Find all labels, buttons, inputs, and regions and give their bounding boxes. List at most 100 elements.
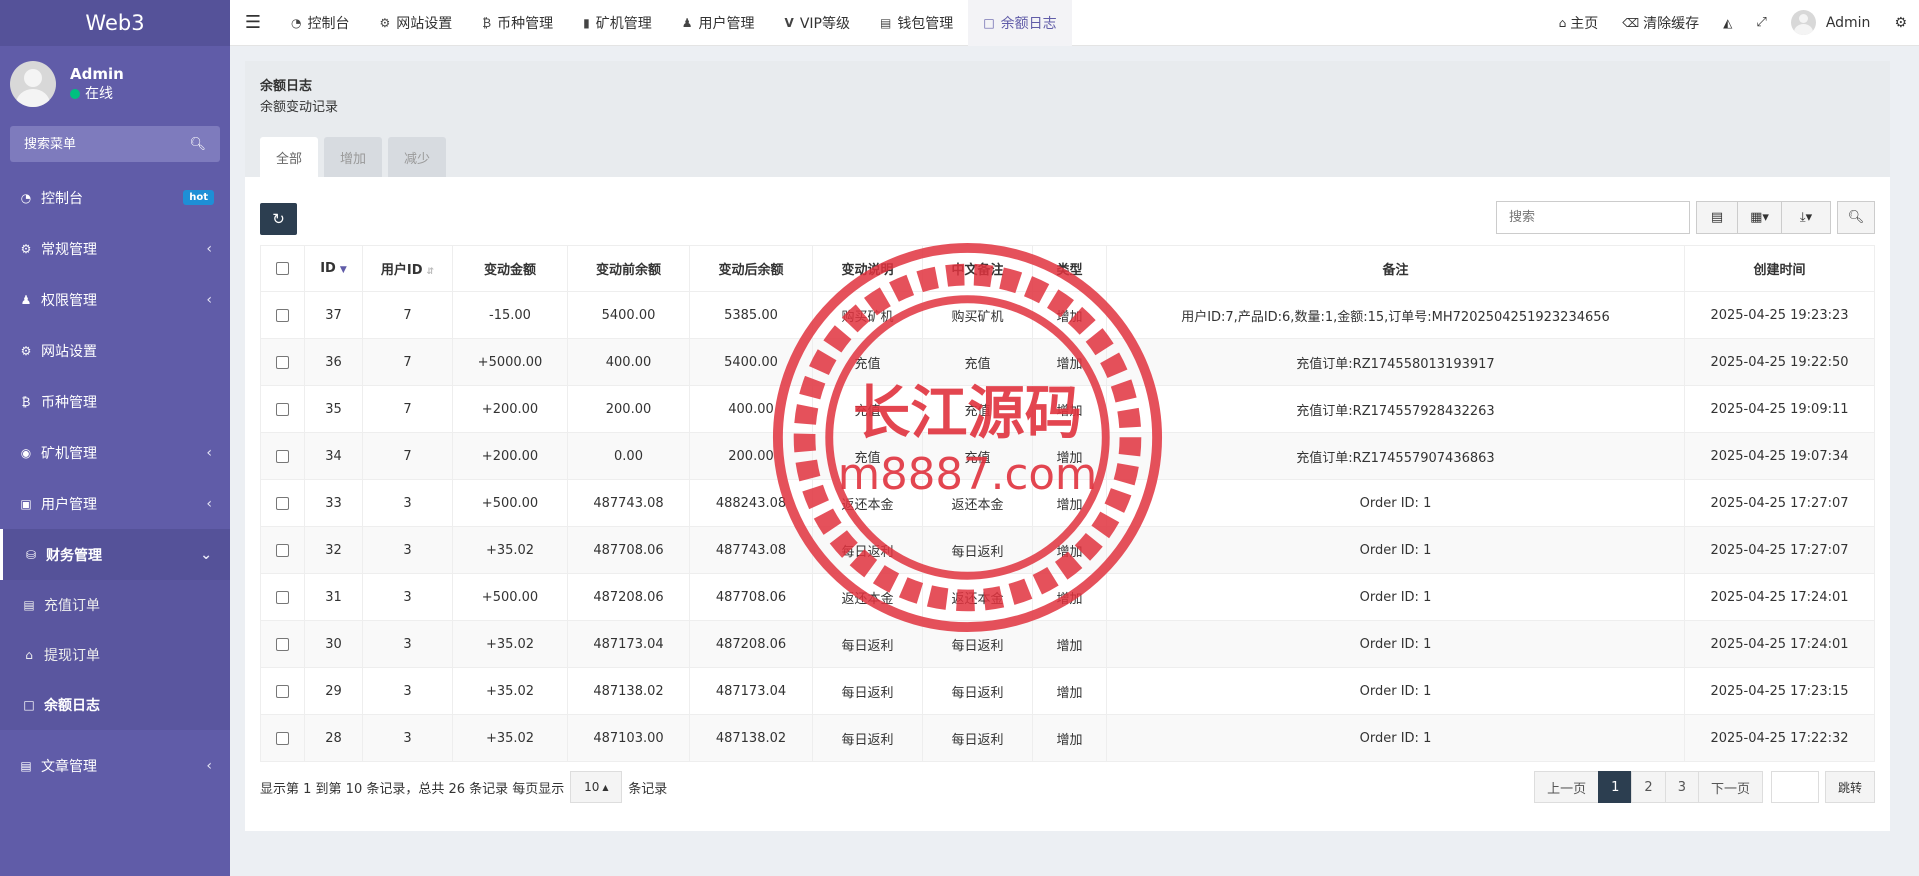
page-button[interactable]: 3: [1664, 771, 1699, 803]
tab-balance-log[interactable]: □ 余额日志: [968, 0, 1072, 46]
tab-users[interactable]: ♟ 用户管理: [667, 0, 770, 46]
sidebar-item-general[interactable]: ⚙ 常规管理 ‹: [0, 223, 230, 274]
table-row: 36 7 +5000.00 400.00 5400.00 充值 充值 增加 充值订单:RZ174…: [260, 338, 1875, 386]
menu-toggle-icon[interactable]: ☰: [230, 12, 276, 33]
page-title: 余额日志: [260, 79, 313, 94]
database-icon: ⛁: [25, 547, 37, 562]
cell-desc: 返还本金: [812, 573, 923, 621]
download-icon: ⤓▾: [1799, 210, 1813, 225]
page-button[interactable]: 2: [1631, 771, 1666, 803]
row-checkbox[interactable]: [276, 355, 289, 369]
cell-cn-note: 每日返利: [922, 526, 1033, 574]
sidebar-item-site-settings[interactable]: ⚙ 网站设置: [0, 325, 230, 376]
user-panel: Admin 在线: [0, 52, 230, 116]
tab-label: 控制台: [307, 15, 350, 32]
tab-site-settings[interactable]: ⚙ 网站设置: [364, 0, 467, 46]
col-id[interactable]: ID ▼: [304, 245, 363, 292]
cell-amount: +5000.00: [452, 338, 568, 386]
settings-button[interactable]: ⚙: [1882, 0, 1919, 46]
sidebar-item-finance[interactable]: ⛁ 财务管理 ⌄: [0, 529, 230, 580]
export-button[interactable]: ⤓▾: [1781, 201, 1831, 234]
page-button[interactable]: 1: [1598, 771, 1633, 803]
tab-wallet[interactable]: ▤ 钱包管理: [865, 0, 968, 46]
columns-button[interactable]: ▦▾: [1737, 201, 1782, 234]
col-created: 创建时间: [1684, 245, 1875, 292]
row-select-cell: [260, 479, 305, 527]
home-link[interactable]: ⌂ 主页: [1547, 0, 1611, 46]
table-row: 32 3 +35.02 487708.06 487743.08 每日返利 每日返利 增加 Ord…: [260, 526, 1875, 574]
cell-desc: 充值: [812, 385, 923, 433]
tab-miner[interactable]: ▮ 矿机管理: [568, 0, 667, 46]
next-page-button[interactable]: 下一页: [1697, 771, 1763, 803]
cell-note: Order ID: 1: [1106, 479, 1685, 527]
row-checkbox[interactable]: [276, 684, 289, 698]
fullscreen-icon: ⤢: [1756, 15, 1767, 30]
page-size-select[interactable]: 10 ▲: [570, 771, 623, 803]
sidebar-item-dashboard[interactable]: ◔ 控制台 hot: [0, 172, 230, 223]
row-checkbox[interactable]: [276, 590, 289, 604]
row-checkbox[interactable]: [276, 449, 289, 463]
sidebar-item-label: 文章管理: [41, 758, 97, 775]
sidebar-item-label: 用户管理: [41, 496, 97, 513]
col-user-id[interactable]: 用户ID ⇵: [362, 245, 453, 292]
credit-card-icon: ▤: [879, 15, 892, 30]
search-icon[interactable]: 🔍︎: [189, 137, 206, 152]
tab-dashboard[interactable]: ◔ 控制台: [276, 0, 364, 46]
row-checkbox[interactable]: [276, 496, 289, 510]
sidebar-subitem-balance-log[interactable]: □ 余额日志: [0, 680, 230, 730]
sidebar-item-articles[interactable]: ▤ 文章管理 ‹: [0, 740, 230, 791]
row-checkbox[interactable]: [276, 731, 289, 745]
cogs-icon: ⚙: [379, 15, 391, 30]
prev-page-button[interactable]: 上一页: [1534, 771, 1600, 803]
sidebar-subitem-recharge[interactable]: ▤ 充值订单: [0, 580, 230, 630]
row-select-cell: [260, 714, 305, 762]
sidebar-item-currency[interactable]: ₿ 币种管理: [0, 376, 230, 427]
sidebar-item-label: 常规管理: [41, 241, 97, 258]
sidebar-item-auth[interactable]: ♟ 权限管理 ‹: [0, 274, 230, 325]
tab-vip[interactable]: V VIP等级: [770, 0, 865, 46]
table-row: 34 7 +200.00 0.00 200.00 充值 充值 增加 充值订单:RZ1745579…: [260, 432, 1875, 480]
sidebar-search-input[interactable]: [24, 136, 174, 152]
cell-before: 487138.02: [567, 667, 690, 715]
cell-desc: 返还本金: [812, 479, 923, 527]
advanced-search-button[interactable]: 🔍︎: [1837, 201, 1875, 234]
cell-after: 5400.00: [689, 338, 813, 386]
tab-decrease[interactable]: 减少: [388, 137, 447, 177]
search-icon: 🔍︎: [1847, 210, 1865, 225]
select-all-checkbox[interactable]: [276, 262, 289, 275]
binoculars-icon: ▮: [583, 15, 590, 30]
cell-id: 31: [304, 573, 363, 621]
tab-increase[interactable]: 增加: [324, 137, 383, 177]
sidebar-item-users[interactable]: ▣ 用户管理 ‹: [0, 478, 230, 529]
clear-cache-button[interactable]: ⌫ 清除缓存: [1610, 0, 1711, 46]
toggle-view-button[interactable]: ▤: [1696, 201, 1738, 234]
tab-currency[interactable]: ₿ 币种管理: [467, 0, 568, 46]
table-search-input[interactable]: [1496, 201, 1690, 234]
language-button[interactable]: ◭: [1711, 0, 1744, 46]
user-status: 在线: [70, 84, 124, 104]
cell-id: 37: [304, 291, 363, 339]
cell-desc: 每日返利: [812, 667, 923, 715]
cell-user-id: 3: [362, 573, 453, 621]
brand-logo[interactable]: Web3: [0, 0, 230, 46]
row-checkbox[interactable]: [276, 402, 289, 416]
page-size-value: 10: [584, 780, 600, 794]
book-icon: ▤: [20, 758, 32, 773]
tab-all[interactable]: 全部: [260, 137, 319, 177]
cell-id: 30: [304, 620, 363, 668]
sidebar-subitem-withdraw[interactable]: ⌂ 提现订单: [0, 630, 230, 680]
bank-icon: ⌂: [25, 648, 33, 662]
cell-note: Order ID: 1: [1106, 714, 1685, 762]
cell-amount: +500.00: [452, 479, 568, 527]
goto-page-button[interactable]: 跳转: [1824, 771, 1875, 803]
user-menu[interactable]: Admin: [1779, 0, 1883, 46]
row-checkbox[interactable]: [276, 308, 289, 322]
goto-page-input[interactable]: [1770, 771, 1819, 803]
sidebar-subitem-label: 余额日志: [44, 698, 100, 714]
sidebar-item-miner[interactable]: ◉ 矿机管理 ‹: [0, 427, 230, 478]
refresh-button[interactable]: ↻: [260, 203, 297, 235]
cell-amount: +200.00: [452, 432, 568, 480]
row-checkbox[interactable]: [276, 543, 289, 557]
fullscreen-button[interactable]: ⤢: [1744, 0, 1778, 46]
row-checkbox[interactable]: [276, 637, 289, 651]
